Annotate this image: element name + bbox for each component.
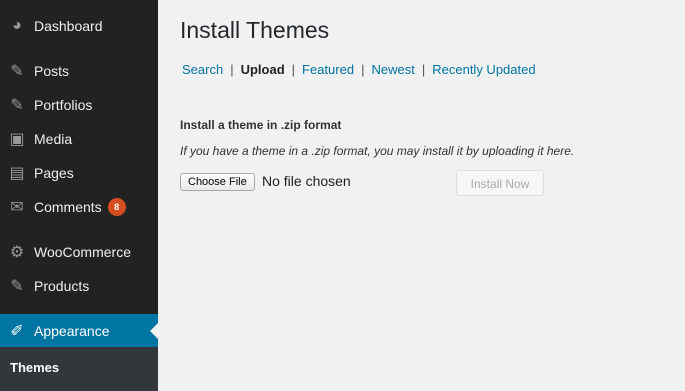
sidebar-item-appearance[interactable]: ✐ Appearance xyxy=(0,314,158,348)
subnav-divider: | xyxy=(361,62,365,77)
pages-icon: ▤ xyxy=(9,165,25,182)
sidebar-item-label: Portfolios xyxy=(34,97,93,113)
sidebar-item-label: Posts xyxy=(34,63,70,79)
file-status-text: No file chosen xyxy=(262,173,351,189)
choose-file-button[interactable]: Choose File xyxy=(180,173,255,191)
tab-featured[interactable]: Featured xyxy=(302,62,354,77)
subnav-divider: | xyxy=(291,62,296,77)
sidebar-item-pages[interactable]: ▤ Pages xyxy=(0,156,158,190)
pin-icon: ✎ xyxy=(10,63,24,80)
sidebar-item-woocommerce[interactable]: ⚙ WooCommerce xyxy=(0,235,158,269)
sidebar-item-portfolios[interactable]: ✎ Portfolios xyxy=(0,88,158,122)
sidebar-item-dashboard[interactable]: ◕ Dashboard xyxy=(0,9,158,43)
sidebar-item-label: Appearance xyxy=(34,323,110,339)
subnav-divider: | xyxy=(421,62,426,77)
tab-search[interactable]: Search xyxy=(182,62,223,77)
sidebar-item-label: Media xyxy=(34,131,73,147)
sidebar-item-posts[interactable]: ✎ Posts xyxy=(0,54,158,88)
sidebar-item-comments[interactable]: ✉ Comments 8 xyxy=(0,190,158,224)
theme-install-subnav: Search | Upload | Featured | Newest | Recently U… xyxy=(182,62,536,77)
pin-icon: ✎ xyxy=(10,278,24,295)
comment-count-badge: 8 xyxy=(107,198,126,216)
comment-icon: ✉ xyxy=(10,199,24,216)
admin-screen: ◕ Dashboard ✎ Posts ✎ Portfolios ▣ Media… xyxy=(0,0,685,391)
appearance-submenu: Themes xyxy=(0,347,158,391)
sidebar-item-label: Comments xyxy=(34,199,102,215)
paintbrush-icon: ✐ xyxy=(10,323,24,340)
admin-sidebar: ◕ Dashboard ✎ Posts ✎ Portfolios ▣ Media… xyxy=(0,0,158,391)
sidebar-item-label: Pages xyxy=(34,165,74,181)
sidebar-item-products[interactable]: ✎ Products xyxy=(0,269,158,303)
sidebar-item-label: Products xyxy=(34,278,90,294)
sidebar-item-label: WooCommerce xyxy=(34,244,131,260)
subnav-divider: | xyxy=(230,62,234,77)
dashboard-icon: ◕ xyxy=(12,17,22,34)
tab-newest[interactable]: Newest xyxy=(371,62,414,77)
tab-recently-updated[interactable]: Recently Updated xyxy=(432,62,535,77)
tab-upload[interactable]: Upload xyxy=(241,62,285,77)
page-title: Install Themes xyxy=(180,17,330,43)
upload-heading: Install a theme in .zip format xyxy=(180,118,342,132)
gear-icon: ⚙ xyxy=(9,244,25,261)
media-icon: ▣ xyxy=(9,131,25,148)
upload-description: If you have a theme in a .zip format, yo… xyxy=(180,144,575,158)
submenu-item-themes[interactable]: Themes xyxy=(10,360,59,375)
pin-icon: ✎ xyxy=(10,97,24,114)
sidebar-item-media[interactable]: ▣ Media xyxy=(0,122,158,156)
sidebar-item-label: Dashboard xyxy=(34,18,103,34)
install-now-button[interactable]: Install Now xyxy=(456,170,544,196)
